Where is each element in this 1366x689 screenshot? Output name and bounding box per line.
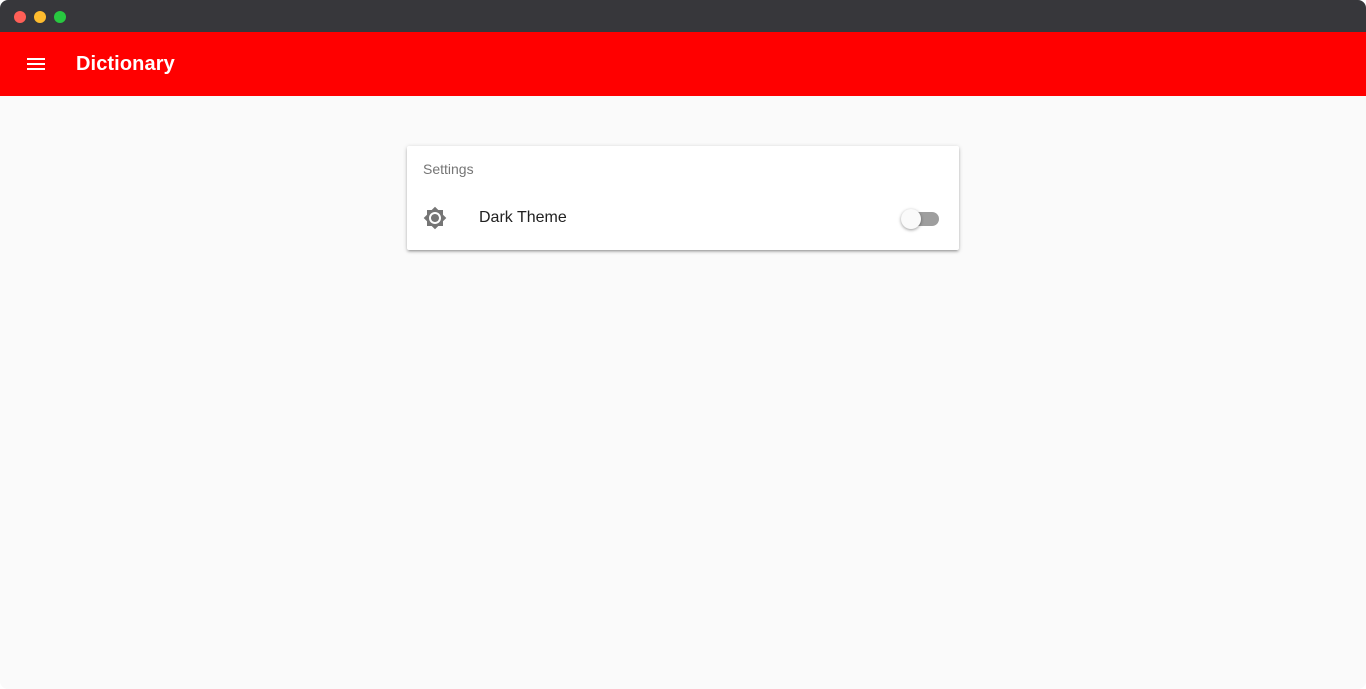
minimize-window-button[interactable] [34, 11, 46, 23]
maximize-window-button[interactable] [54, 11, 66, 23]
toggle-thumb [901, 209, 921, 229]
dark-theme-toggle[interactable] [901, 206, 941, 230]
main-content: Settings Dark Theme [0, 96, 1366, 689]
hamburger-menu-icon [27, 58, 45, 70]
list-item-dark-theme[interactable]: Dark Theme [407, 194, 959, 242]
app-title: Dictionary [76, 53, 175, 75]
settings-card: Settings Dark Theme [407, 146, 959, 250]
app-bar: Dictionary [0, 32, 1366, 96]
dark-theme-label: Dark Theme [479, 209, 567, 226]
close-window-button[interactable] [14, 11, 26, 23]
brightness-icon [423, 206, 447, 230]
menu-button[interactable] [20, 48, 52, 80]
app-window: Dictionary Settings Dark Theme [0, 0, 1366, 689]
window-titlebar [0, 0, 1366, 32]
settings-subheader: Settings [423, 161, 474, 177]
